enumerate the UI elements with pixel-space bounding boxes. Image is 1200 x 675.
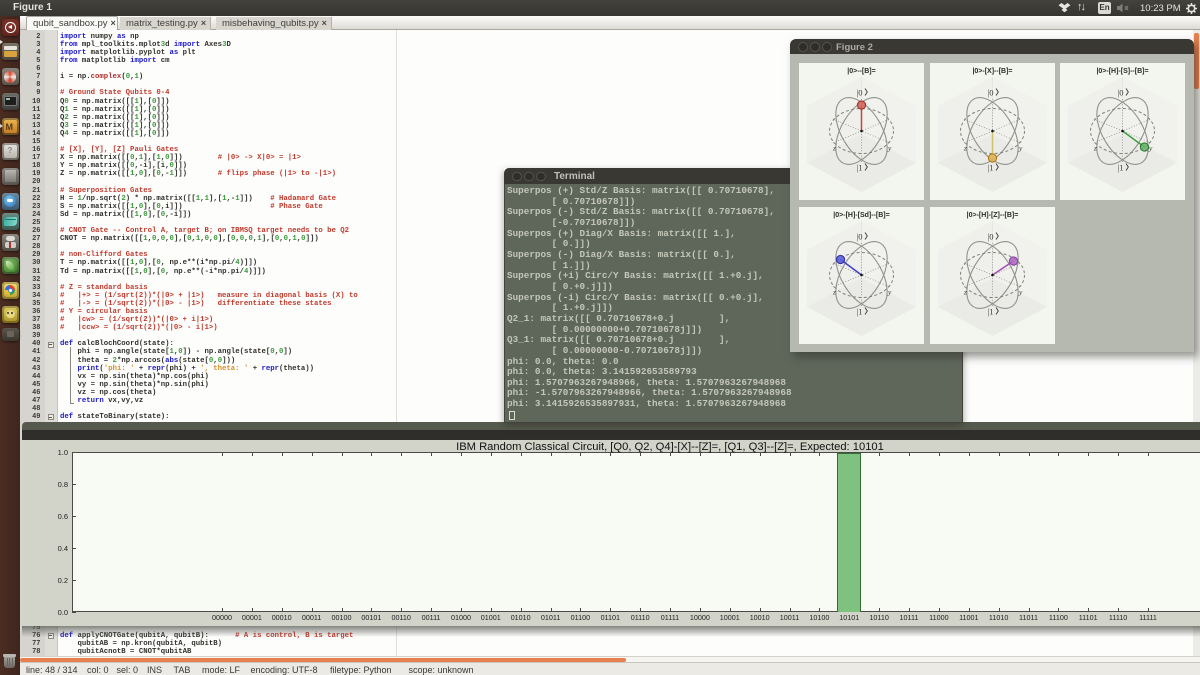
svg-text:|0: |0	[987, 87, 993, 97]
svg-text:y: y	[887, 143, 892, 152]
svg-text:|1: |1	[987, 307, 993, 317]
svg-text:z: z	[832, 143, 836, 152]
svg-text:z: z	[1093, 143, 1097, 152]
svg-text:y: y	[1148, 143, 1153, 152]
svg-text:|0>-[H]-[Z]--[B]=: |0>-[H]-[Z]--[B]=	[966, 212, 1018, 219]
svg-text:z: z	[963, 288, 967, 297]
svg-text:|0>-[X]--[B]=: |0>-[X]--[B]=	[972, 68, 1012, 75]
svg-text:|0>--[B]=: |0>--[B]=	[847, 68, 875, 75]
svg-text:|0: |0	[987, 232, 993, 242]
svg-text:|1: |1	[857, 307, 863, 317]
svg-text:|1: |1	[1118, 162, 1124, 172]
svg-text:y: y	[1018, 143, 1023, 152]
svg-text:|0>-[H]-[S]--[B]=: |0>-[H]-[S]--[B]=	[1096, 68, 1148, 75]
svg-text:|1: |1	[857, 162, 863, 172]
svg-text:|0: |0	[857, 232, 863, 242]
svg-text:|0: |0	[857, 87, 863, 97]
svg-text:y: y	[887, 288, 892, 297]
svg-text:y: y	[1018, 288, 1023, 297]
svg-text:|0>-[H]-[Sd]--[B]=: |0>-[H]-[Sd]--[B]=	[833, 212, 889, 219]
svg-text:z: z	[963, 143, 967, 152]
svg-text:|1: |1	[987, 162, 993, 172]
svg-text:|0: |0	[1118, 87, 1124, 97]
svg-text:z: z	[832, 288, 836, 297]
